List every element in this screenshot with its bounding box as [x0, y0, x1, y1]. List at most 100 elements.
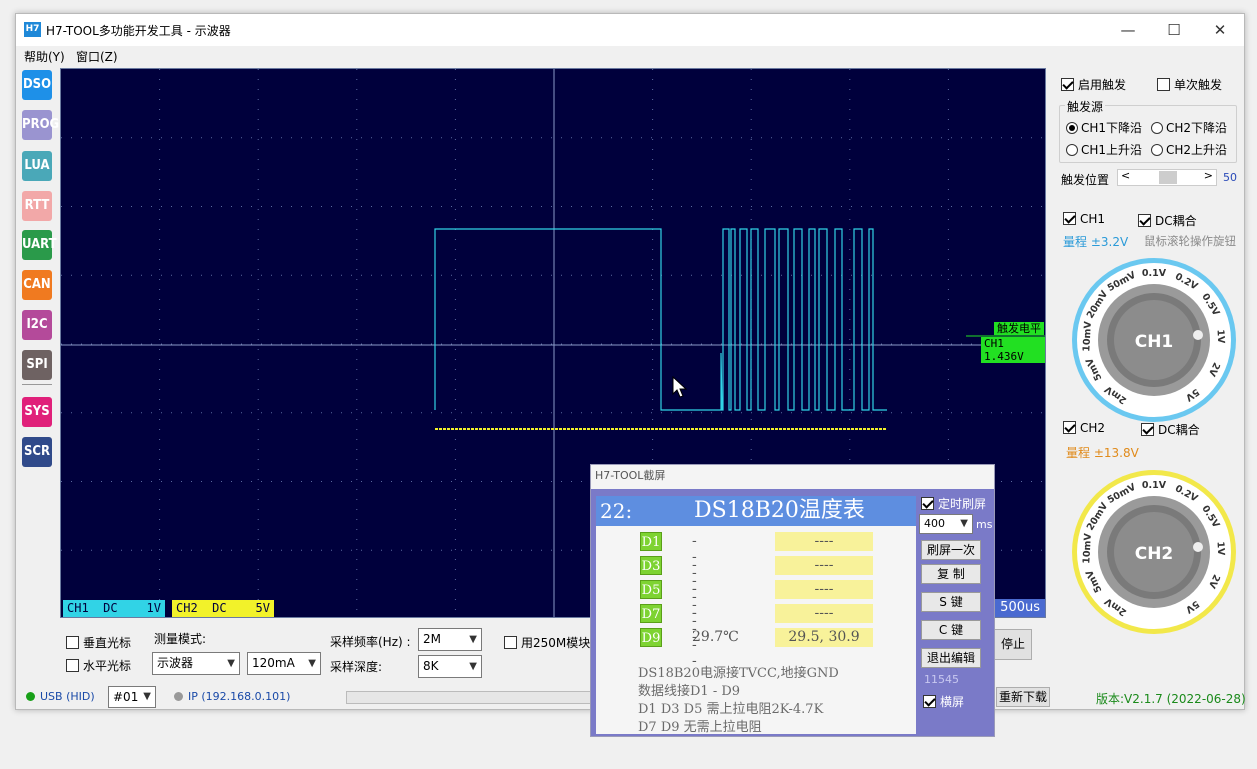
slider-left-arrow-icon[interactable]: <	[1121, 169, 1130, 182]
chevron-down-icon: ▼	[469, 634, 477, 645]
ch1-info-label: CH1 DC 1V	[63, 600, 165, 617]
menu-window[interactable]: 窗口(Z)	[76, 48, 118, 65]
sidebar-item-scr[interactable]: SCR	[22, 437, 52, 467]
stop-button[interactable]: 停止	[994, 629, 1032, 660]
ch1-dc-coupling-label: DC耦合	[1155, 214, 1197, 228]
slider-thumb[interactable]	[1159, 171, 1177, 184]
ch2-rising-radio[interactable]	[1151, 144, 1163, 156]
menu-help[interactable]: 帮助(Y)	[24, 48, 65, 65]
ch1-falling-option[interactable]: CH1下降沿	[1066, 119, 1142, 136]
lcd-row-right-value: ----	[775, 604, 873, 623]
ch1-rising-radio[interactable]	[1066, 144, 1078, 156]
version-label: 版本:V2.1.7 (2022-06-28)	[1096, 692, 1246, 706]
close-button[interactable]: ✕	[1205, 20, 1235, 40]
ch2-falling-radio[interactable]	[1151, 122, 1163, 134]
lcd-row-id: D3	[640, 556, 662, 575]
copy-button[interactable]: 复 制	[921, 564, 981, 584]
enable-trigger-checkbox[interactable]	[1061, 78, 1074, 91]
landscape-checkbox[interactable]	[923, 695, 936, 708]
single-trigger-checkbox[interactable]	[1157, 78, 1170, 91]
knob-scale-tick-label: 10mV	[1081, 532, 1094, 564]
refresh-interval-unit: ms	[976, 518, 993, 531]
sidebar-item-can[interactable]: CAN	[22, 270, 52, 300]
use-250m-checkbox[interactable]	[504, 636, 517, 649]
sample-rate-label: 采样频率(Hz) :	[330, 635, 411, 649]
ch1-enable-checkbox[interactable]	[1063, 212, 1076, 225]
lcd-row-id: D5	[640, 580, 662, 599]
ch2-rising-label: CH2上升沿	[1166, 143, 1228, 157]
c-key-button[interactable]: C 键	[921, 620, 981, 640]
sample-depth-select[interactable]: 8K ▼	[418, 655, 482, 678]
ch1-dc-coupling-toggle[interactable]: DC耦合	[1138, 212, 1197, 229]
sample-rate-select[interactable]: 2M ▼	[418, 628, 482, 651]
device-select[interactable]: #01 ▼	[108, 686, 156, 708]
minimize-button[interactable]: —	[1113, 20, 1143, 40]
single-trigger-label: 单次触发	[1174, 78, 1223, 92]
maximize-button[interactable]: ☐	[1159, 20, 1189, 40]
frame-counter: 11545	[924, 673, 959, 686]
ch2-enable-checkbox[interactable]	[1063, 421, 1076, 434]
trigger-position-slider[interactable]: < >	[1117, 169, 1217, 186]
refresh-once-button[interactable]: 刷屏一次	[921, 540, 981, 560]
horizontal-cursor-checkbox[interactable]	[66, 659, 79, 672]
trigger-level-label: 触发电平	[994, 322, 1044, 335]
sidebar-item-spi[interactable]: SPI	[22, 350, 52, 380]
usb-status: USB (HID)	[26, 690, 95, 703]
exit-edit-button[interactable]: 退出编辑	[921, 648, 981, 668]
enable-trigger-label: 启用触发	[1078, 78, 1127, 92]
timed-refresh-toggle[interactable]: 定时刷屏	[921, 495, 986, 512]
ch1-dc-coupling-checkbox[interactable]	[1138, 214, 1151, 227]
lcd-title: DS18B20温度表	[694, 498, 865, 523]
trigger-position-value: 50	[1223, 171, 1237, 184]
measure-mode-select[interactable]: 示波器 ▼	[152, 652, 240, 675]
lcd-screen[interactable]: 22: DS18B20温度表 D1 ---- ---- D3 ---- ---- D5 ---…	[596, 496, 916, 735]
sidebar-item-dso[interactable]: DSO	[22, 70, 52, 100]
chevron-down-icon: ▼	[308, 658, 316, 669]
s-key-button[interactable]: S 键	[921, 592, 981, 612]
ch1-rising-option[interactable]: CH1上升沿	[1066, 141, 1142, 158]
use-250m-toggle[interactable]: 用250M模块	[504, 634, 590, 651]
enable-trigger-toggle[interactable]: 启用触发	[1061, 76, 1126, 93]
sample-rate-value: 2M	[423, 632, 441, 646]
landscape-toggle[interactable]: 横屏	[923, 693, 964, 710]
knob-scale-tick-label: 1V	[1215, 329, 1227, 344]
sidebar-item-uart[interactable]: UART	[22, 230, 57, 260]
vertical-cursor-checkbox[interactable]	[66, 636, 79, 649]
lcd-row-right-value: ----	[775, 532, 873, 551]
current-range-value: 120mA	[252, 656, 295, 670]
sample-depth-label: 采样深度:	[330, 660, 383, 674]
ch1-enable-toggle[interactable]: CH1	[1063, 212, 1105, 226]
ch1-falling-radio[interactable]	[1066, 122, 1078, 134]
trigger-source-title: 触发源	[1065, 98, 1106, 115]
sidebar-item-prog[interactable]: PROG	[22, 110, 59, 140]
ch2-enable-toggle[interactable]: CH2	[1063, 421, 1105, 435]
ch2-range-knob[interactable]: CH2 2mV 5mV 10mV 20mV 50mV 0.1V 0.2V 0.5V 1V 2V 5V	[1069, 467, 1239, 637]
sidebar-item-sys[interactable]: SYS	[22, 397, 52, 427]
current-range-select[interactable]: 120mA ▼	[247, 652, 321, 675]
use-250m-label: 用250M模块	[521, 636, 591, 650]
measure-mode-value: 示波器	[157, 656, 194, 670]
horizontal-cursor-label: 水平光标	[83, 659, 132, 673]
ch2-dc-coupling-toggle[interactable]: DC耦合	[1141, 421, 1200, 438]
ch2-rising-option[interactable]: CH2上升沿	[1151, 141, 1227, 158]
screenshot-window-title: H7-TOOL截屏	[591, 465, 994, 489]
timed-refresh-checkbox[interactable]	[921, 497, 934, 510]
lcd-note-4: D7 D9 无需上拉电阻	[638, 720, 762, 735]
sidebar-divider	[22, 384, 52, 385]
sidebar-item-lua[interactable]: LUA	[22, 151, 52, 181]
refresh-interval-select[interactable]: 400 ▼	[919, 514, 973, 534]
sidebar-item-i2c[interactable]: I2C	[22, 310, 52, 340]
horizontal-cursor-toggle[interactable]: 水平光标	[66, 657, 131, 674]
sidebar-item-rtt[interactable]: RTT	[22, 191, 52, 221]
ch1-enable-label: CH1	[1080, 212, 1106, 226]
vertical-cursor-toggle[interactable]: 垂直光标	[66, 634, 131, 651]
single-trigger-toggle[interactable]: 单次触发	[1157, 76, 1222, 93]
ch2-dc-coupling-checkbox[interactable]	[1141, 423, 1154, 436]
refresh-interval-value: 400	[924, 517, 945, 530]
slider-right-arrow-icon[interactable]: >	[1204, 169, 1213, 182]
ch1-range-knob[interactable]: CH1 2mV 5mV 10mV 20mV 50mV 0.1V 0.2V 0.5V 1V 2V 5V	[1069, 255, 1239, 425]
ch2-falling-option[interactable]: CH2下降沿	[1151, 119, 1227, 136]
ch2-range-label: 量程 ±13.8V	[1066, 446, 1139, 460]
reload-button[interactable]: 重新下载	[996, 687, 1050, 707]
knob-scale-tick-label: 0.1V	[1142, 268, 1167, 279]
